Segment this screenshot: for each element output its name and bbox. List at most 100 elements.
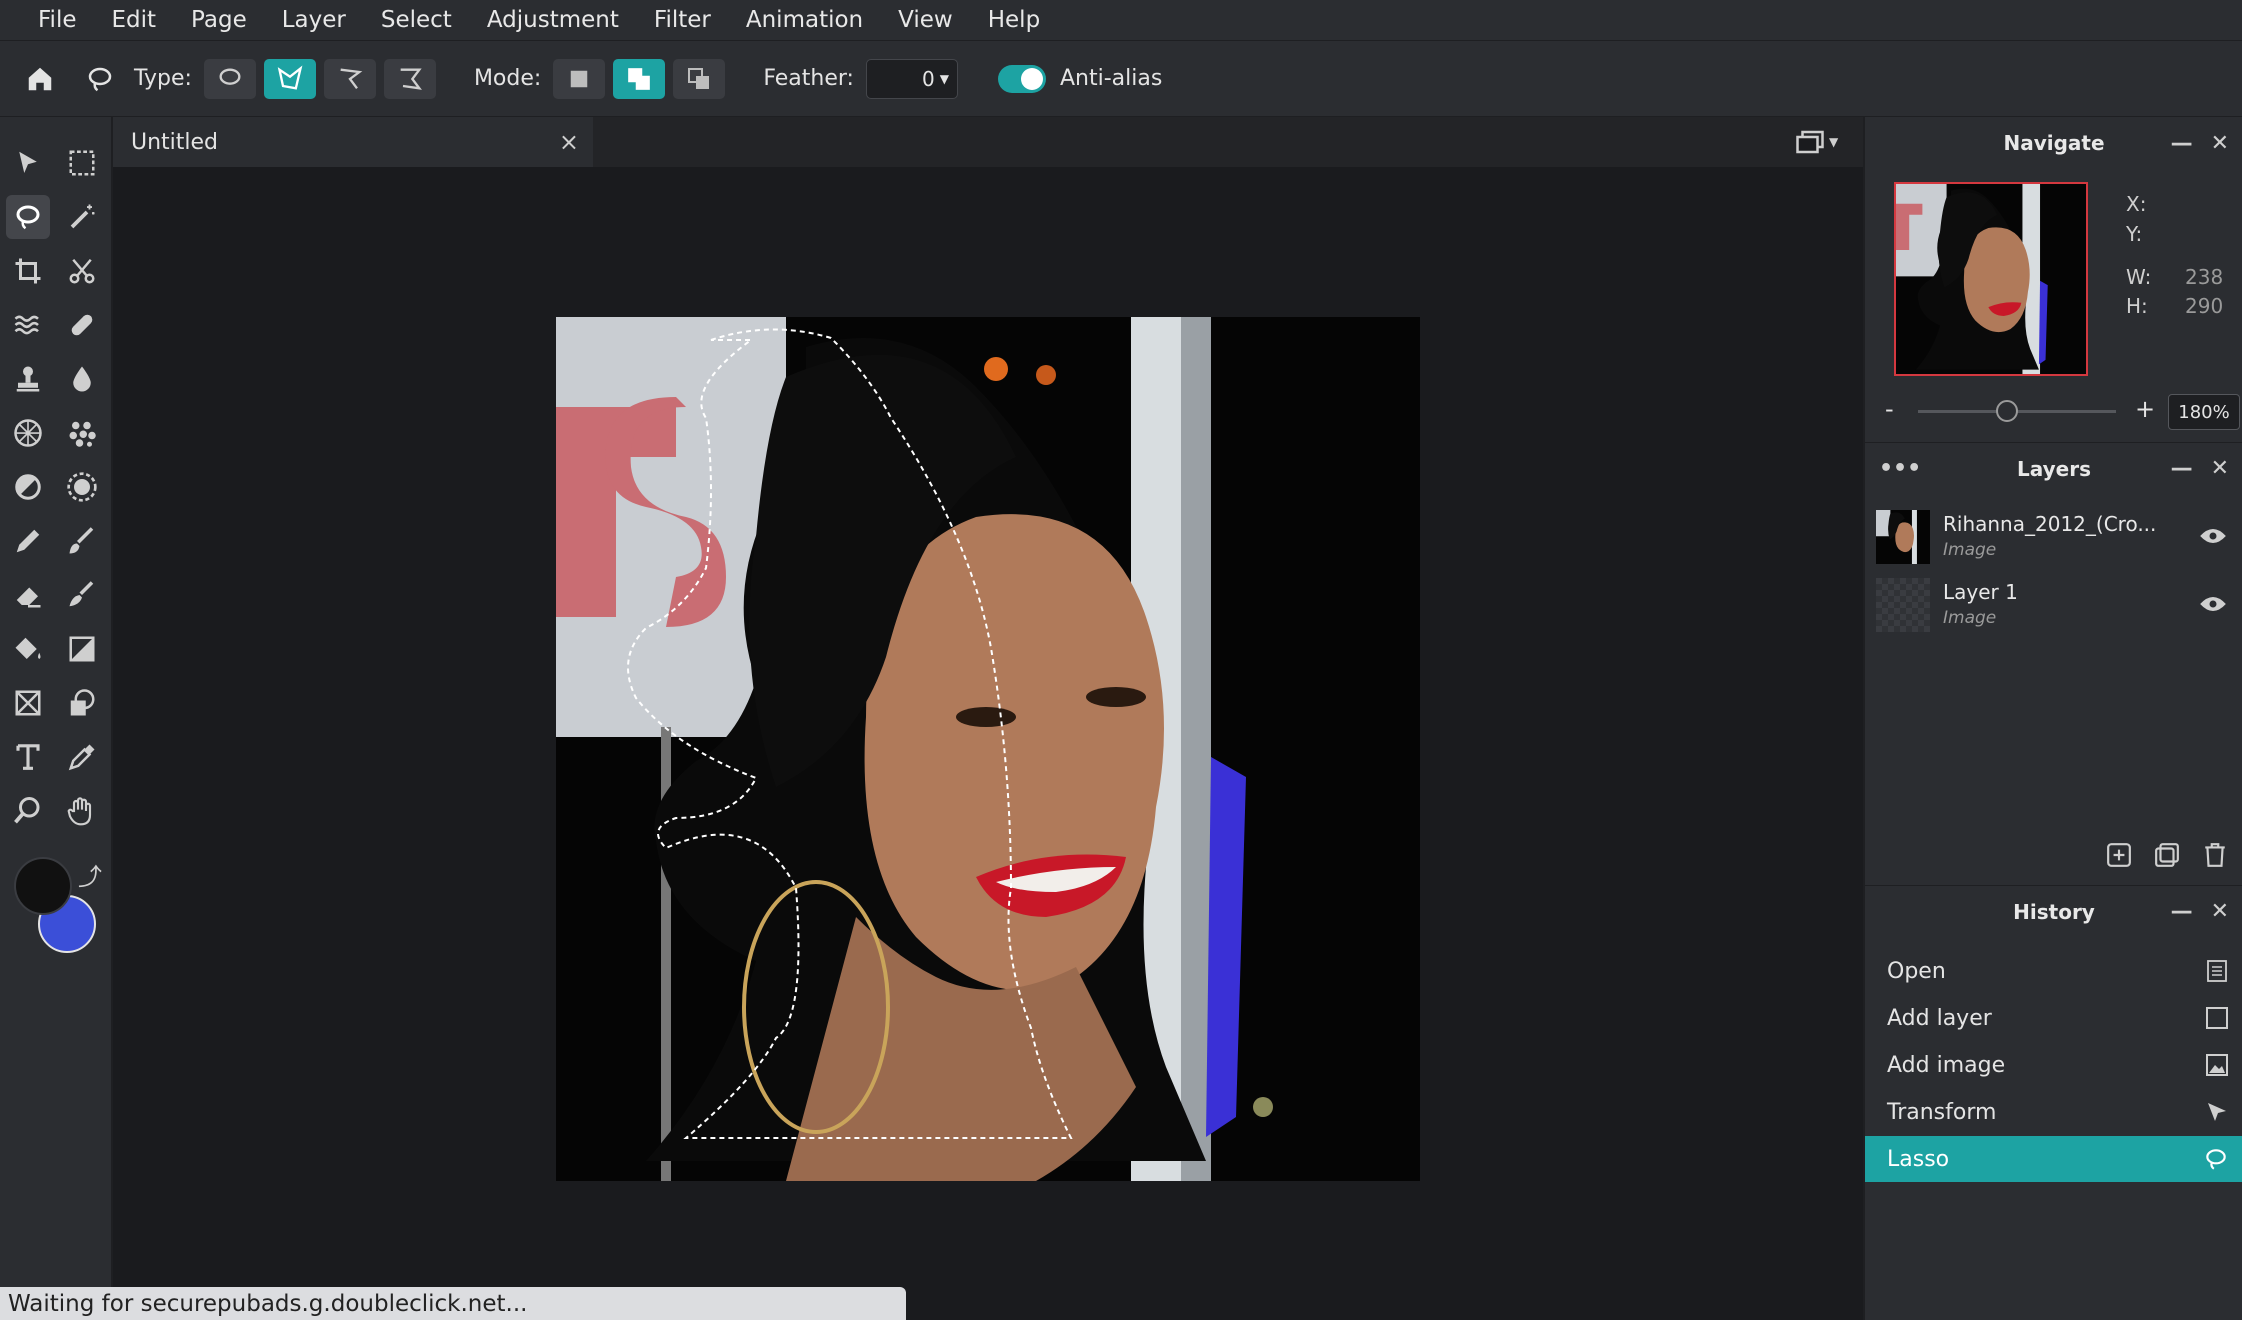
frame-tool[interactable] [6,681,50,725]
windows-icon [1796,130,1824,154]
mode-label: Mode: [473,66,542,91]
canvas-image[interactable] [556,317,1420,1181]
menu-adjustment[interactable]: Adjustment [487,7,619,33]
text-tool[interactable] [6,735,50,779]
menu-select[interactable]: Select [381,7,452,33]
zoom-slider[interactable] [1918,400,2116,422]
crop-tool[interactable] [6,249,50,293]
type-auto-button[interactable] [383,58,436,99]
menu-filter[interactable]: Filter [654,7,711,33]
marquee-icon [69,150,95,176]
add-layer-icon[interactable] [2106,842,2132,868]
brush-tool[interactable] [60,519,104,563]
close-icon[interactable]: ✕ [2211,899,2229,924]
trash-icon[interactable] [2202,842,2228,868]
type-freehand-button[interactable] [203,58,256,99]
mode-add-button[interactable] [613,58,666,99]
move-tool[interactable] [6,141,50,185]
arrange-windows-button[interactable]: ▼ [1795,127,1855,157]
options-bar: Type: Mode: Feather: 0 ▼ Anti-alias [0,40,2242,116]
chevron-down-icon: ▼ [1829,135,1839,149]
text-icon [16,744,40,770]
history-title: History [2013,899,2095,924]
layer-type: Image [1943,608,1997,628]
swap-colors-icon[interactable]: ⤴ [78,857,102,892]
magic-wand-icon [70,204,95,229]
zoom-slider-knob[interactable] [1996,400,2019,422]
close-icon[interactable]: × [559,128,579,156]
foreground-color-swatch[interactable] [14,857,72,915]
layer-row[interactable]: Rihanna_2012_(Cro... Image [1865,504,2242,572]
pointer-icon [19,151,37,173]
cut-tool[interactable] [60,249,104,293]
menu-layer[interactable]: Layer [282,7,346,33]
layer-name: Rihanna_2012_(Cro... [1943,512,2157,536]
zoom-in-button[interactable]: + [2135,395,2155,423]
layers-header: ••• Layers — ✕ [1865,442,2242,494]
smudge-tool[interactable] [60,573,104,617]
history-item-add-layer[interactable]: Add layer [1865,995,2242,1041]
layer-row[interactable]: Layer 1 Image [1865,572,2242,640]
liquify-tool[interactable] [6,303,50,347]
shape-tool[interactable] [60,681,104,725]
close-icon[interactable]: ✕ [2211,131,2229,156]
eyedropper-tool[interactable] [60,735,104,779]
eye-icon[interactable] [2199,526,2227,546]
marquee-tool[interactable] [60,141,104,185]
brush-icon [69,527,94,554]
zoom-value-field[interactable]: 180% [2168,394,2240,430]
close-icon[interactable]: ✕ [2211,456,2229,481]
more-icon[interactable]: ••• [1879,456,1921,481]
document-tab[interactable]: Untitled × [113,117,593,167]
type-magnetic-button[interactable] [323,58,376,99]
blur-tool[interactable] [60,357,104,401]
lasso-tool[interactable] [6,195,50,239]
antialias-toggle[interactable] [997,64,1046,93]
lasso-tool-indicator [74,59,126,99]
home-button[interactable] [14,59,66,99]
mode-new-button[interactable] [553,58,606,99]
hand-tool[interactable] [60,789,104,833]
zoom-tool[interactable] [6,789,50,833]
magic-wand-tool[interactable] [60,195,104,239]
dodge-tool[interactable] [6,465,50,509]
feather-input[interactable]: 0 ▼ [865,58,958,99]
sponge-tool[interactable] [6,411,50,455]
burn-tool[interactable] [60,465,104,509]
menu-help[interactable]: Help [988,7,1040,33]
history-item-add-image[interactable]: Add image [1865,1042,2242,1088]
pencil-tool[interactable] [6,519,50,563]
gradient-tool[interactable] [60,627,104,671]
menu-view[interactable]: View [898,7,953,33]
menu-animation[interactable]: Animation [746,7,863,33]
mode-subtract-button[interactable] [673,58,726,99]
sharpen-tool[interactable] [60,411,104,455]
zoom-out-button[interactable]: - [1885,395,1894,423]
toggle-knob [1020,67,1043,90]
menu-page[interactable]: Page [191,7,247,33]
eye-icon[interactable] [2199,594,2227,614]
heal-tool[interactable] [60,303,104,347]
type-polygon-button[interactable] [263,58,316,99]
lasso-polygon-icon [277,65,303,90]
history-item-transform[interactable]: Transform [1865,1089,2242,1135]
minimize-icon[interactable]: — [2171,131,2193,156]
history-item-label: Add image [1887,1052,2006,1078]
minimize-icon[interactable]: — [2171,899,2193,924]
navigate-thumbnail[interactable] [1894,182,2088,376]
minimize-icon[interactable]: — [2171,456,2193,481]
layer-type: Image [1943,540,1997,560]
crop-icon [15,258,41,284]
navigate-x-label: X: [2126,192,2147,216]
antialias-label: Anti-alias [1059,66,1163,91]
eraser-tool[interactable] [6,573,50,617]
duplicate-layer-icon[interactable] [2154,842,2180,868]
history-item-lasso[interactable]: Lasso [1865,1136,2242,1182]
square-filled-icon [571,70,588,87]
clone-stamp-tool[interactable] [6,357,50,401]
menu-edit[interactable]: Edit [112,7,157,33]
history-item-open[interactable]: Open [1865,948,2242,994]
menu-file[interactable]: File [38,7,77,33]
history-item-label: Add layer [1887,1005,1992,1031]
fill-tool[interactable] [6,627,50,671]
